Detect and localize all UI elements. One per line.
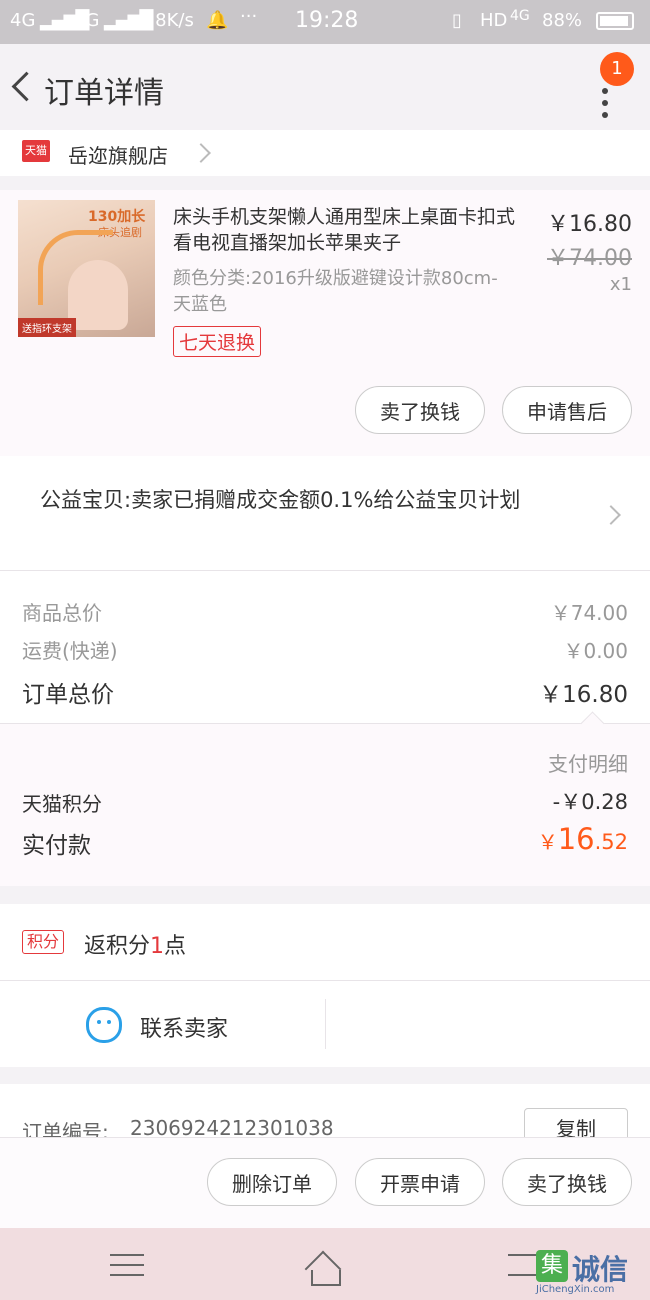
hd-indicator: HD bbox=[480, 10, 508, 31]
paid-amount-value: ￥16.52 bbox=[538, 822, 628, 856]
points-badge: 积分 bbox=[22, 930, 65, 954]
chevron-left-icon bbox=[11, 71, 42, 102]
goods-total-value: ￥74.00 bbox=[550, 601, 628, 625]
more-notifications: ··· bbox=[240, 6, 258, 27]
product-image-promo-text: 送指环支架 bbox=[18, 318, 76, 337]
store-name: 岳迩旗舰店 bbox=[68, 144, 168, 168]
more-vertical-icon bbox=[602, 88, 608, 118]
watermark-brand: 诚信 bbox=[572, 1253, 629, 1286]
network-speed: 6.8K/s bbox=[138, 10, 194, 31]
clock: 19:28 bbox=[295, 8, 359, 33]
points-reward-row: 积分 返积分1点 bbox=[0, 904, 650, 980]
order-total-label: 订单总价 bbox=[22, 682, 114, 708]
app-header: 订单详情 1 bbox=[0, 44, 650, 130]
product-card: 130加长 床头追剧 送指环支架 床头手机支架懒人通用型床上桌面卡扣式看电视直播… bbox=[0, 190, 650, 456]
status-bar: 4G ▂▄▆█ 3G ▂▄▆█ 6.8K/s 🔔 ··· 19:28 ▯ HD … bbox=[0, 0, 650, 44]
product-image[interactable]: 130加长 床头追剧 送指环支架 bbox=[18, 200, 155, 337]
chat-bubble-icon bbox=[86, 1007, 122, 1043]
contact-row: 联系卖家 bbox=[0, 981, 650, 1067]
product-original-price: ￥74.00 bbox=[547, 246, 632, 271]
watermark-url: JiChengXin.com bbox=[536, 1284, 615, 1295]
product-variant: 颜色分类:2016升级版避键设计款80cm-天蓝色 bbox=[173, 268, 498, 315]
return-arrow-icon bbox=[508, 1254, 538, 1276]
sell-for-cash-bottom-button[interactable]: 卖了换钱 bbox=[502, 1158, 632, 1206]
paid-amount-label: 实付款 bbox=[22, 833, 91, 859]
chevron-right-icon bbox=[191, 143, 211, 163]
product-title[interactable]: 床头手机支架懒人通用型床上桌面卡扣式看电视直播架加长苹果夹子 bbox=[173, 204, 525, 256]
back-button[interactable] bbox=[6, 68, 42, 108]
points-reward-suffix: 点 bbox=[164, 934, 187, 959]
tmall-store-badge: 天猫 bbox=[22, 140, 50, 162]
battery-percent: 88% bbox=[542, 10, 583, 31]
sell-for-cash-button[interactable]: 卖了换钱 bbox=[355, 386, 485, 434]
apply-aftersale-button[interactable]: 申请售后 bbox=[502, 386, 632, 434]
tmall-points-label: 天猫积分 bbox=[22, 792, 102, 816]
store-row[interactable]: 天猫 岳迩旗舰店 bbox=[0, 130, 650, 176]
page-title: 订单详情 bbox=[44, 76, 164, 111]
paid-currency: ￥ bbox=[537, 830, 558, 854]
tmall-points-value: -￥0.28 bbox=[552, 790, 628, 814]
contact-seller-label: 联系卖家 bbox=[140, 1017, 229, 1042]
points-reward-prefix: 返积分 bbox=[84, 934, 151, 959]
battery-icon bbox=[596, 12, 634, 30]
points-reward-count: 1 bbox=[150, 934, 165, 959]
network-indicator-1: 4G bbox=[10, 10, 36, 31]
notification-badge: 1 bbox=[600, 52, 634, 86]
product-image-badge-text: 130加长 bbox=[88, 209, 146, 225]
home-button[interactable] bbox=[300, 1244, 350, 1288]
product-quantity: x1 bbox=[609, 274, 632, 295]
charity-row[interactable]: 公益宝贝:卖家已捐赠成交金额0.1%给公益宝贝计划 bbox=[0, 456, 650, 570]
system-nav-bar: 集 诚信 JiChengXin.com bbox=[0, 1228, 650, 1300]
paid-integer: 16 bbox=[557, 822, 595, 856]
watermark-logo: 集 bbox=[536, 1250, 568, 1282]
payment-detail: 支付明细 天猫积分 -￥0.28 实付款 ￥16.52 bbox=[0, 711, 650, 886]
goods-total-label: 商品总价 bbox=[22, 601, 102, 625]
charity-text: 公益宝贝:卖家已捐赠成交金额0.1%给公益宝贝计划 bbox=[40, 488, 521, 512]
product-person-figure bbox=[68, 260, 128, 330]
notification-bell-icon: 🔔 bbox=[206, 10, 229, 31]
chevron-right-icon bbox=[601, 505, 621, 525]
delete-order-button[interactable]: 删除订单 bbox=[207, 1158, 337, 1206]
invoice-request-button[interactable]: 开票申请 bbox=[355, 1158, 485, 1206]
product-price: ￥16.80 bbox=[547, 212, 632, 237]
network-indicator-2: 3G bbox=[74, 10, 100, 31]
hamburger-icon bbox=[110, 1254, 144, 1276]
contact-seller-button[interactable]: 联系卖家 bbox=[0, 981, 325, 1067]
shipping-label: 运费(快递) bbox=[22, 639, 118, 663]
payment-detail-label: 支付明细 bbox=[548, 752, 628, 776]
vibrate-icon: ▯ bbox=[452, 10, 462, 31]
shipping-value: ￥0.00 bbox=[563, 639, 628, 663]
bottom-action-bar: 删除订单 开票申请 卖了换钱 bbox=[0, 1137, 650, 1229]
vertical-divider bbox=[325, 999, 326, 1049]
network-indicator-3: 4G bbox=[510, 8, 530, 24]
price-summary: 商品总价 ￥74.00 运费(快递) ￥0.00 订单总价 ￥16.80 bbox=[0, 571, 650, 723]
seven-day-return-tag: 七天退换 bbox=[173, 326, 262, 357]
points-reward-text: 返积分1点 bbox=[84, 928, 186, 960]
paid-decimal: .52 bbox=[594, 830, 628, 854]
order-total-value: ￥16.80 bbox=[539, 682, 628, 708]
menu-button[interactable] bbox=[110, 1250, 144, 1280]
